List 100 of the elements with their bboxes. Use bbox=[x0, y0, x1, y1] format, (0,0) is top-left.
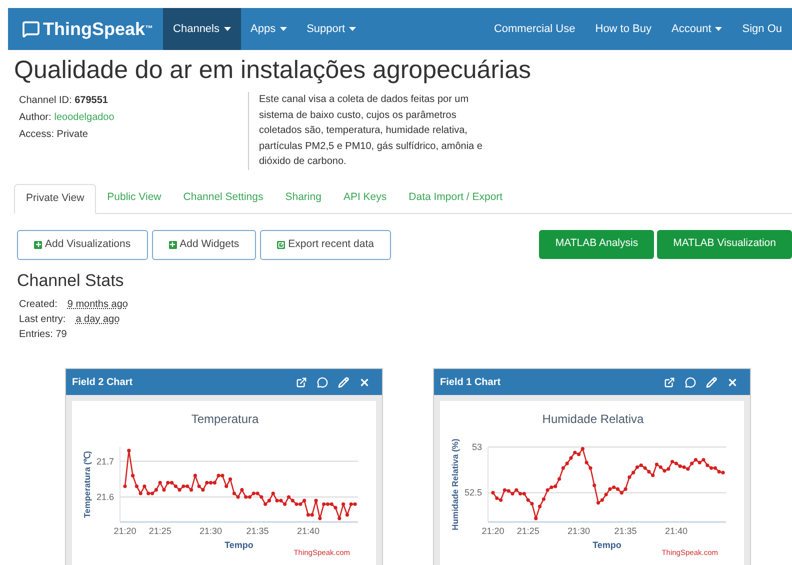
nav-item[interactable]: How to Buy bbox=[585, 8, 662, 50]
action-button[interactable]: Export recent data bbox=[260, 230, 391, 260]
point bbox=[632, 470, 636, 474]
point bbox=[127, 448, 131, 452]
panel-title: Field 2 Chart bbox=[72, 376, 133, 390]
point bbox=[666, 467, 670, 471]
matlab-button[interactable]: MATLAB Analysis bbox=[539, 230, 654, 258]
created-label: Created: bbox=[19, 298, 58, 312]
action-button[interactable]: Add Visualizations bbox=[17, 230, 148, 260]
action-button[interactable]: Add Widgets bbox=[152, 230, 256, 260]
point bbox=[244, 495, 248, 499]
nav-item[interactable]: Apps bbox=[240, 8, 297, 50]
x-tick-label: 21:40 bbox=[296, 526, 320, 536]
plus-icon bbox=[168, 240, 177, 248]
logo-icon bbox=[22, 20, 40, 38]
point bbox=[588, 466, 592, 470]
comment-icon[interactable] bbox=[685, 376, 696, 388]
point bbox=[334, 506, 338, 510]
point bbox=[208, 480, 213, 485]
channel-title: Qualidade do ar em instalações agropecuárias bbox=[14, 55, 532, 86]
point bbox=[193, 474, 197, 478]
tab[interactable]: API Keys bbox=[332, 184, 398, 212]
point bbox=[264, 502, 268, 506]
point bbox=[326, 502, 330, 506]
point bbox=[130, 474, 135, 478]
point bbox=[201, 488, 205, 492]
tab[interactable]: Data Import / Export bbox=[398, 184, 514, 212]
point bbox=[495, 496, 499, 500]
point bbox=[138, 492, 142, 496]
point bbox=[178, 488, 182, 492]
tab[interactable]: Sharing bbox=[274, 184, 332, 212]
point bbox=[514, 488, 518, 492]
point bbox=[538, 504, 542, 508]
point bbox=[628, 475, 632, 479]
point bbox=[310, 513, 314, 517]
tab[interactable]: Public View bbox=[96, 184, 172, 212]
nav-item[interactable]: Account bbox=[662, 8, 732, 50]
y-axis-label: Temperatura (℃) bbox=[82, 451, 92, 518]
point bbox=[506, 489, 510, 493]
point bbox=[569, 456, 573, 460]
point bbox=[142, 484, 146, 488]
x-tick-label: 21:25 bbox=[148, 526, 172, 536]
pencil-icon[interactable] bbox=[706, 376, 717, 388]
point bbox=[353, 502, 357, 506]
point bbox=[658, 465, 662, 469]
tab[interactable]: Private View bbox=[14, 184, 96, 214]
y-tick-label: 52.5 bbox=[464, 488, 482, 498]
point bbox=[158, 480, 162, 485]
author-link[interactable]: leoodelgadoo bbox=[54, 109, 114, 126]
tab[interactable]: Channel Settings bbox=[172, 184, 274, 212]
nav-item[interactable]: Support bbox=[296, 8, 366, 50]
nav-item[interactable]: Channels bbox=[163, 8, 240, 50]
point bbox=[546, 488, 550, 492]
point bbox=[662, 468, 666, 473]
matlab-button[interactable]: MATLAB Visualization bbox=[657, 230, 792, 258]
point bbox=[721, 470, 725, 474]
author-label: Author: bbox=[19, 111, 52, 125]
x-tick-label: 21:30 bbox=[568, 526, 590, 536]
external-link-icon[interactable] bbox=[664, 376, 675, 388]
section-heading: Channel Stats bbox=[17, 270, 125, 292]
point bbox=[557, 477, 562, 481]
chart-title: Temperatura bbox=[191, 412, 259, 426]
close-icon[interactable] bbox=[359, 376, 370, 388]
point bbox=[522, 492, 526, 496]
brand-logo[interactable]: ThingSpeak$^{™}$ bbox=[43, 16, 154, 42]
external-link-icon[interactable] bbox=[296, 376, 307, 388]
point bbox=[318, 516, 322, 520]
export-icon bbox=[277, 240, 286, 248]
point bbox=[182, 484, 186, 488]
point bbox=[256, 492, 260, 496]
point bbox=[298, 502, 302, 506]
comment-icon[interactable] bbox=[317, 376, 328, 388]
nav-item[interactable]: Sign Ou bbox=[732, 8, 792, 50]
channel-description: Este canal visa a coleta de dados feitas por um sistema de baixo custo, cujos os parâmetros coletados são, temperatura, humidade relativa, partículas PM2,5 e PM10, gás sulfídrico, amônia e dióxido de carbono. bbox=[259, 93, 484, 169]
point bbox=[189, 488, 194, 492]
point bbox=[248, 495, 252, 499]
nav-item[interactable]: Commercial Use bbox=[484, 8, 586, 50]
point bbox=[550, 485, 554, 490]
point bbox=[713, 466, 718, 470]
x-tick-label: 21:20 bbox=[114, 526, 136, 536]
point bbox=[150, 492, 154, 496]
y-tick-label: 21.7 bbox=[96, 456, 114, 466]
point bbox=[608, 487, 612, 491]
point bbox=[670, 460, 674, 464]
pencil-icon[interactable] bbox=[338, 376, 349, 388]
point bbox=[170, 480, 174, 485]
point bbox=[154, 488, 158, 492]
point bbox=[624, 487, 628, 491]
point bbox=[694, 458, 698, 462]
point bbox=[275, 498, 279, 502]
point bbox=[252, 492, 256, 496]
point bbox=[279, 498, 283, 502]
point bbox=[584, 460, 588, 464]
point bbox=[592, 484, 596, 488]
point bbox=[554, 484, 558, 488]
point bbox=[698, 460, 702, 464]
point bbox=[342, 502, 346, 506]
point bbox=[216, 474, 220, 478]
close-icon[interactable] bbox=[727, 376, 738, 388]
x-axis-label: Tempo bbox=[592, 540, 622, 550]
